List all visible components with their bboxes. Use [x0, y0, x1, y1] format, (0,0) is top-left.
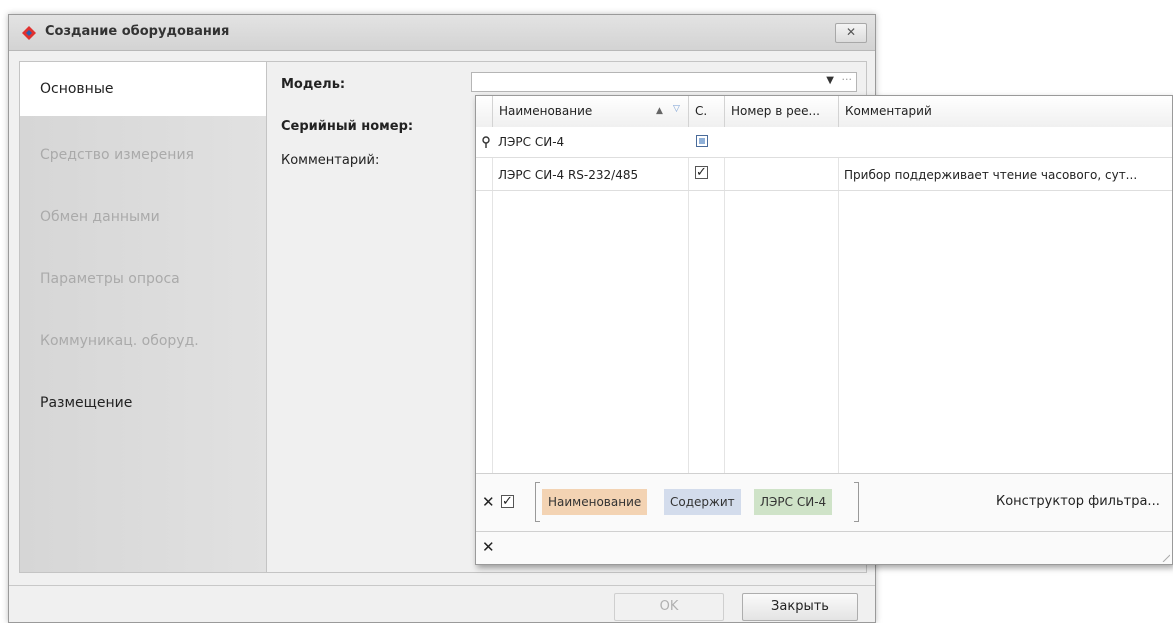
- title-bar: Создание оборудования ✕: [9, 15, 875, 51]
- sidebar-item-label: Коммуникац. оборуд.: [40, 333, 199, 349]
- serial-number-label: Серийный номер:: [281, 119, 414, 134]
- filter-cell-name[interactable]: ЛЭРС СИ-4: [492, 127, 688, 157]
- ellipsis-icon[interactable]: ···: [842, 73, 853, 86]
- model-combobox[interactable]: ▼ ···: [471, 72, 857, 92]
- close-window-button[interactable]: ✕: [835, 23, 867, 43]
- close-button[interactable]: Закрыть: [742, 593, 858, 621]
- sidebar-item-label: Параметры опроса: [40, 271, 180, 287]
- sidebar-item-comm-equipment[interactable]: Коммуникац. оборуд.: [20, 314, 266, 368]
- sidebar-item-measuring-device[interactable]: Средство измерения: [20, 128, 266, 182]
- filter-funnel-icon[interactable]: ▽: [673, 104, 680, 114]
- row-contains-checkbox[interactable]: ✓: [695, 166, 708, 179]
- filter-builder-link[interactable]: Конструктор фильтра...: [996, 494, 1160, 509]
- row-name: ЛЭРС СИ-4 RS-232/485: [498, 168, 639, 182]
- filter-operator-token[interactable]: Содержит: [664, 489, 741, 515]
- app-logo-icon: [22, 26, 36, 40]
- footer-divider: [9, 585, 875, 586]
- filter-bracket-right: [854, 482, 859, 522]
- auto-filter-row: ЛЭРС СИ-4: [476, 127, 1172, 158]
- filter-bracket-left: [535, 482, 540, 522]
- sidebar-nav: Основные Средство измерения Обмен данным…: [19, 61, 267, 573]
- dropdown-arrow-icon[interactable]: ▼: [826, 75, 834, 86]
- sidebar-item-poll-params[interactable]: Параметры опроса: [20, 252, 266, 306]
- row-register-no: [724, 160, 838, 190]
- sidebar-item-label: Основные: [40, 81, 114, 97]
- column-header-register-no[interactable]: Номер в рее...: [724, 96, 838, 127]
- resize-grip-icon[interactable]: [1162, 554, 1170, 562]
- sidebar-item-label: Размещение: [40, 395, 133, 411]
- sidebar-item-placement[interactable]: Размещение: [20, 376, 266, 430]
- column-header-comment[interactable]: Комментарий: [838, 96, 1173, 127]
- sidebar-item-data-exchange[interactable]: Обмен данными: [20, 190, 266, 244]
- clear-filter-icon[interactable]: ✕: [482, 493, 495, 511]
- close-icon: ✕: [845, 25, 857, 39]
- window-title: Создание оборудования: [45, 24, 230, 39]
- comment-label: Комментарий:: [281, 153, 380, 168]
- model-label: Модель:: [281, 77, 346, 92]
- sidebar-item-osnovnye[interactable]: Основные: [20, 62, 266, 116]
- grid-header: Наименование ▲ ▽ С. Номер в рее... Комме…: [476, 96, 1172, 128]
- row-comment: Прибор поддерживает чтение часового, сут…: [844, 168, 1138, 182]
- sidebar-item-label: Обмен данными: [40, 209, 160, 225]
- checkmark-icon: ✓: [696, 165, 707, 180]
- filter-row-pin-icon: [482, 136, 490, 148]
- filter-value-token[interactable]: ЛЭРС СИ-4: [754, 489, 833, 515]
- table-row[interactable]: ЛЭРС СИ-4 RS-232/485 ✓ Прибор поддержива…: [476, 160, 1172, 191]
- clear-value-icon[interactable]: ✕: [482, 538, 495, 556]
- popup-bottom-bar: ✕: [476, 531, 1172, 564]
- sort-ascending-icon: ▲: [656, 106, 663, 116]
- filter-panel: ✕ ✓ Наименование Содержит ЛЭРС СИ-4 Конс…: [476, 473, 1172, 532]
- sidebar-item-label: Средство измерения: [40, 147, 194, 163]
- filter-enabled-checkbox[interactable]: ✓: [501, 495, 514, 508]
- filter-contains-checkbox[interactable]: [696, 135, 708, 147]
- column-header-contains[interactable]: С.: [688, 96, 724, 127]
- checkmark-icon: ✓: [502, 494, 513, 509]
- model-lookup-popup: Наименование ▲ ▽ С. Номер в рее... Комме…: [475, 95, 1173, 565]
- filter-field-token[interactable]: Наименование: [542, 489, 648, 515]
- ok-button[interactable]: OK: [614, 593, 724, 621]
